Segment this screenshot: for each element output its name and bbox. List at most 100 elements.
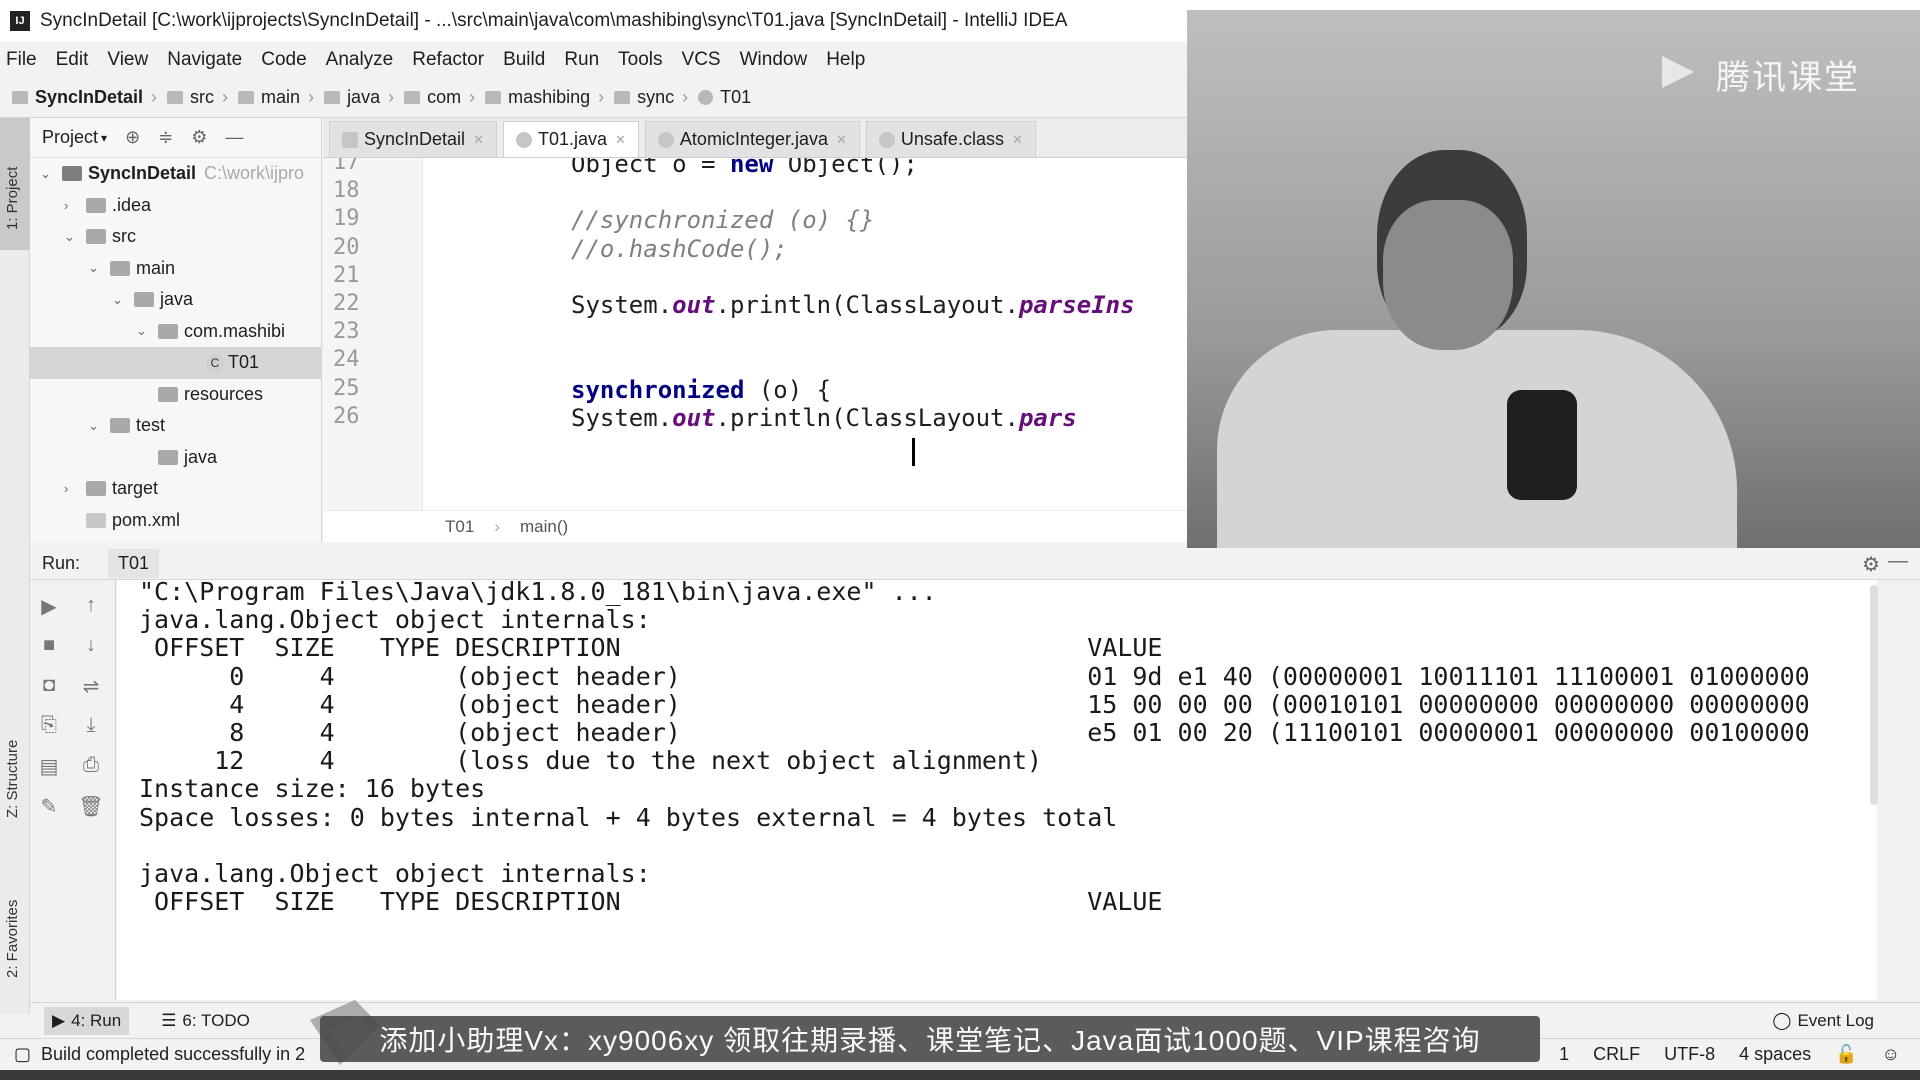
event-log-button[interactable]: ◯ Event Log: [1772, 1011, 1874, 1031]
gear-icon[interactable]: ⚙: [191, 127, 207, 148]
file-encoding[interactable]: UTF-8: [1664, 1044, 1715, 1065]
structure-tool-button[interactable]: Z: Structure: [0, 698, 30, 828]
menu-analyze[interactable]: Analyze: [326, 49, 394, 71]
chevron-down-icon[interactable]: ⌄: [88, 260, 102, 276]
menu-run[interactable]: Run: [564, 49, 599, 71]
close-tab-icon[interactable]: ✕: [473, 132, 484, 148]
code-token: Object();: [773, 158, 918, 178]
code-line[interactable]: 26 System.out.println(ClassLayout.pars: [323, 404, 1190, 438]
collapse-icon[interactable]: ≑: [158, 127, 173, 148]
tree-item[interactable]: ⌄ java: [30, 284, 321, 316]
tree-item[interactable]: C T01: [30, 347, 321, 379]
locate-icon[interactable]: ⊕: [125, 127, 140, 148]
close-tab-icon[interactable]: ✕: [836, 132, 847, 148]
project-view-selector[interactable]: Project: [42, 127, 98, 148]
line-number: 25: [333, 375, 360, 401]
inspector-icon[interactable]: ☺: [1882, 1044, 1900, 1065]
status-square-icon[interactable]: ▢: [14, 1044, 31, 1065]
chevron-right-icon[interactable]: ›: [64, 481, 78, 496]
camera-icon[interactable]: ◘: [36, 674, 62, 697]
lock-icon[interactable]: 🔓: [1835, 1044, 1857, 1065]
run-console[interactable]: "C:\Program Files\Java\jdk1.8.0_181\bin\…: [117, 580, 1877, 1000]
crumb-separator: ›: [222, 87, 229, 107]
tree-item[interactable]: ⌄ main: [30, 253, 321, 285]
close-tab-icon[interactable]: ✕: [1012, 132, 1023, 148]
chevron-down-icon[interactable]: ▾: [101, 131, 107, 145]
hide-icon[interactable]: —: [225, 127, 243, 148]
crumb-separator: ›: [598, 87, 605, 107]
editor-crumb-method[interactable]: main(): [520, 517, 568, 537]
project-tool-button[interactable]: 1: Project: [0, 118, 30, 250]
chevron-down-icon[interactable]: ⌄: [112, 292, 126, 308]
chevron-down-icon[interactable]: ⌄: [40, 166, 54, 182]
gear-icon[interactable]: ⚙: [1862, 552, 1880, 577]
favorites-tool-label: 2: Favorites: [4, 899, 21, 978]
tree-item-path: C:\work\ijpro: [204, 163, 305, 184]
tree-item[interactable]: › target: [30, 473, 321, 505]
crumb-t01[interactable]: T01: [698, 87, 751, 108]
scroll-down-icon[interactable]: ↓: [78, 634, 104, 657]
tree-item[interactable]: ⌄ SyncInDetail C:\work\ijpro: [30, 158, 321, 190]
tab-syncindetail[interactable]: SyncInDetail ✕: [329, 121, 497, 157]
scroll-up-icon[interactable]: ↑: [78, 594, 104, 617]
chevron-down-icon[interactable]: ⌄: [64, 229, 78, 245]
folder-icon: [158, 323, 178, 339]
print-icon[interactable]: ⎙: [78, 754, 104, 777]
run-tab-t01[interactable]: T01: [108, 549, 160, 578]
crumb-java[interactable]: java: [324, 87, 380, 108]
menu-vcs[interactable]: VCS: [682, 49, 721, 71]
tree-item[interactable]: ⌄ src: [30, 221, 321, 253]
console-scrollbar[interactable]: [1870, 585, 1878, 805]
editor-crumb-class[interactable]: T01: [445, 517, 474, 537]
tab-atomicinteger-java[interactable]: AtomicInteger.java ✕: [644, 121, 860, 157]
stop-icon[interactable]: ■: [36, 634, 62, 657]
crumb-mashibing[interactable]: mashibing: [485, 87, 590, 108]
scroll-to-end-icon[interactable]: ⤓: [78, 714, 104, 737]
todo-tool-button[interactable]: ☰ 6: TODO: [161, 1011, 250, 1031]
line-number: 26: [333, 403, 360, 429]
rerun-icon[interactable]: ▶: [36, 594, 62, 619]
menu-view[interactable]: View: [107, 49, 148, 71]
trash-icon[interactable]: 🗑: [78, 794, 104, 819]
close-tab-icon[interactable]: ✕: [615, 132, 626, 148]
module-icon: [342, 131, 358, 148]
chevron-down-icon[interactable]: ⌄: [136, 323, 150, 339]
menu-help[interactable]: Help: [826, 49, 865, 71]
tree-item[interactable]: java: [30, 442, 321, 474]
menu-edit[interactable]: Edit: [56, 49, 89, 71]
tree-item[interactable]: resources: [30, 379, 321, 411]
chevron-right-icon[interactable]: ›: [64, 198, 78, 213]
crumb-main[interactable]: main: [238, 87, 300, 108]
tree-item[interactable]: ⌄ test: [30, 410, 321, 442]
tab-t01-java[interactable]: T01.java ✕: [502, 121, 639, 157]
tree-item[interactable]: › .idea: [30, 190, 321, 222]
indent-setting[interactable]: 4 spaces: [1739, 1044, 1811, 1065]
event-log-icon: ◯: [1772, 1010, 1792, 1030]
pin-icon[interactable]: ✎: [36, 794, 62, 819]
menu-build[interactable]: Build: [503, 49, 545, 71]
restore-layout-icon[interactable]: ⎘: [36, 714, 62, 737]
favorites-tool-button[interactable]: 2: Favorites: [0, 858, 30, 988]
chevron-down-icon[interactable]: ⌄: [88, 418, 102, 434]
line-separator[interactable]: CRLF: [1593, 1044, 1640, 1065]
layout-icon[interactable]: ▤: [36, 754, 62, 779]
menu-navigate[interactable]: Navigate: [167, 49, 242, 71]
soft-wrap-icon[interactable]: ⇌: [78, 674, 104, 699]
minimize-icon[interactable]: —: [1888, 550, 1908, 573]
caret-position[interactable]: 1: [1559, 1044, 1569, 1065]
crumb-project[interactable]: SyncInDetail: [12, 87, 143, 108]
menu-refactor[interactable]: Refactor: [412, 49, 484, 71]
code-text: //synchronized (o) {}: [571, 206, 874, 234]
menu-tools[interactable]: Tools: [618, 49, 662, 71]
menu-code[interactable]: Code: [261, 49, 306, 71]
crumb-com[interactable]: com: [404, 87, 461, 108]
tree-item[interactable]: pom.xml: [30, 505, 321, 537]
menu-file[interactable]: File: [6, 49, 37, 71]
run-tool-button[interactable]: ▶ 4: Run: [44, 1006, 130, 1035]
crumb-sync[interactable]: sync: [614, 87, 674, 108]
menu-window[interactable]: Window: [740, 49, 808, 71]
code-editor[interactable]: 17 Object o = new Object(); 18 19 //synchron…: [323, 158, 1190, 510]
crumb-src[interactable]: src: [167, 87, 214, 108]
tab-unsafe-class[interactable]: Unsafe.class ✕: [865, 121, 1036, 157]
tree-item[interactable]: ⌄ com.mashibi: [30, 316, 321, 348]
